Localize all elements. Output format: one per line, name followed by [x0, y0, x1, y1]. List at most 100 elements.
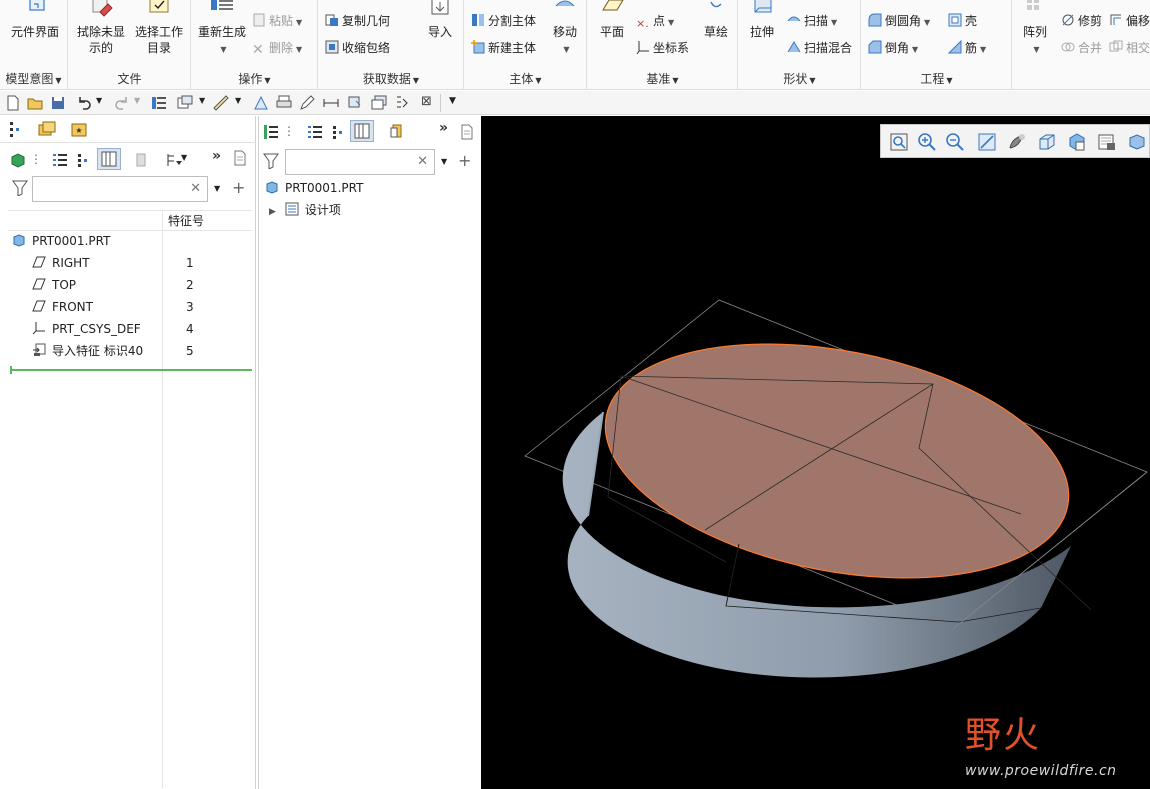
tree-item-top[interactable]: TOP 2	[32, 275, 252, 295]
zoom-in-icon[interactable]	[917, 132, 937, 152]
window-icon[interactable]	[177, 95, 193, 111]
shrinkwrap-button[interactable]: 收缩包络	[325, 39, 390, 57]
rib-button[interactable]: 筋 ▼	[948, 39, 986, 57]
open-folder-icon[interactable]	[27, 95, 43, 111]
swept-blend-button[interactable]: 扫描混合	[787, 39, 852, 57]
mid-collapse-all-icon[interactable]	[331, 124, 347, 140]
repaint-icon[interactable]	[977, 132, 997, 152]
collapse-all-icon[interactable]	[76, 152, 92, 168]
mid-expand-all-icon[interactable]	[307, 124, 323, 140]
saved-orientations-icon[interactable]	[1037, 132, 1057, 152]
regenerate-quick-icon[interactable]	[151, 95, 167, 111]
erase-undisplayed-button[interactable]: 拭除未显 示的	[73, 0, 129, 56]
sweep-button[interactable]: 扫描 ▼	[787, 12, 837, 30]
model-tree-tab-icon[interactable]	[8, 120, 26, 138]
redo-dropdown-caret[interactable]: ▼	[134, 96, 140, 105]
move-button[interactable]: 移动 ▼	[545, 0, 585, 58]
mid-column-display-toggle[interactable]	[350, 120, 374, 142]
zoom-out-icon[interactable]	[945, 132, 965, 152]
shell-button[interactable]: 壳	[948, 12, 977, 30]
detail-tree-search-input[interactable]: ✕	[285, 149, 435, 175]
mass-properties-icon[interactable]	[253, 95, 269, 111]
document-icon[interactable]	[232, 150, 248, 166]
select-working-directory-button[interactable]: 选择工作 目录	[131, 0, 187, 56]
expand-arrow-icon[interactable]: ▶	[269, 202, 281, 222]
part-settings-icon[interactable]	[10, 152, 26, 168]
group-label-engineering[interactable]: 工程 ▼	[862, 70, 1011, 87]
insert-here-indicator[interactable]	[10, 369, 252, 371]
filter-icon[interactable]	[12, 180, 28, 196]
measure-dropdown-caret[interactable]: ▼	[235, 96, 241, 105]
show-icon[interactable]	[133, 152, 149, 168]
component-interface-button[interactable]: 元件界面	[4, 0, 66, 40]
merge-button[interactable]: 合并	[1061, 39, 1102, 57]
chamfer-button[interactable]: 倒角 ▼	[868, 39, 918, 57]
group-label-get-data[interactable]: 获取数据 ▼	[319, 70, 463, 87]
folder-browser-tab-icon[interactable]	[38, 120, 56, 138]
tree-settings-caret[interactable]: ▼	[181, 153, 187, 162]
column-display-toggle[interactable]	[97, 148, 121, 170]
window-dropdown-caret[interactable]: ▼	[199, 96, 205, 105]
mid-more-chevron-icon[interactable]: »	[439, 120, 448, 136]
detail-tree-root-part[interactable]: PRT0001.PRT	[265, 178, 363, 198]
trim-button[interactable]: 修剪	[1061, 12, 1102, 30]
detail-tree-design-items[interactable]: ▶ 设计项	[269, 200, 341, 220]
tree-filter-icon[interactable]	[395, 95, 411, 111]
extrude-button[interactable]: 拉伸	[741, 0, 783, 40]
favorites-tab-icon[interactable]: ★	[70, 120, 88, 138]
detail-tree-tab-icon[interactable]	[263, 124, 279, 140]
edit-icon[interactable]	[299, 95, 315, 111]
redo-icon[interactable]	[114, 95, 130, 111]
tree-item-right[interactable]: RIGHT 1	[32, 253, 252, 273]
undo-dropdown-caret[interactable]: ▼	[96, 96, 102, 105]
refit-icon[interactable]	[889, 132, 909, 152]
regenerate-button[interactable]: 重新生成 ▼	[194, 0, 250, 58]
add-filter-icon[interactable]: +	[232, 178, 245, 197]
expand-all-icon[interactable]	[52, 152, 68, 168]
qat-customize-caret[interactable]: ▼	[449, 96, 456, 106]
pattern-button[interactable]: 阵列 ▼	[1017, 0, 1053, 58]
plane-button[interactable]: 平面	[590, 0, 634, 40]
mid-filter-icon[interactable]	[263, 153, 279, 169]
import-button[interactable]: 导入	[419, 0, 461, 40]
mid-search-options-caret[interactable]: ▼	[441, 157, 447, 166]
close-window-icon[interactable]: ⊠	[421, 94, 432, 109]
model-tree-search-input[interactable]: ✕	[32, 176, 208, 202]
mid-add-filter-icon[interactable]: +	[458, 151, 471, 170]
intersect-button[interactable]: 相交	[1109, 39, 1150, 57]
refresh-icon[interactable]	[347, 95, 363, 111]
tree-item-csys[interactable]: PRT_CSYS_DEF 4	[32, 319, 252, 339]
more-chevron-icon[interactable]: »	[212, 148, 221, 164]
group-label-datum[interactable]: 基准 ▼	[588, 70, 737, 87]
display-style-shading-icon[interactable]	[1007, 132, 1027, 152]
coordinate-system-button[interactable]: 坐标系	[636, 39, 689, 57]
clear-search-icon[interactable]: ✕	[190, 181, 201, 196]
sketch-button[interactable]: 草绘	[696, 0, 736, 40]
mid-document-icon[interactable]	[459, 124, 475, 140]
graphics-viewport[interactable]: 野火 www.proewildfire.cn	[481, 116, 1150, 789]
print-icon[interactable]	[276, 95, 292, 111]
highlight-icon[interactable]	[389, 124, 405, 140]
copy-geometry-button[interactable]: 复制几何	[325, 12, 390, 30]
paste-button[interactable]: 粘贴 ▼	[252, 12, 302, 30]
dimension-icon[interactable]	[323, 95, 339, 111]
group-label-operations[interactable]: 操作 ▼	[192, 70, 317, 87]
view-manager-icon[interactable]	[1067, 132, 1087, 152]
tree-item-front[interactable]: FRONT 3	[32, 297, 252, 317]
point-button[interactable]: ×. 点 ▼	[636, 12, 674, 30]
split-body-button[interactable]: 分割主体	[471, 12, 536, 30]
tree-settings-icon[interactable]	[166, 152, 182, 168]
feature-number-column-header[interactable]: 特征号	[168, 212, 204, 229]
group-label-body[interactable]: 主体 ▼	[465, 70, 586, 87]
section-view-icon[interactable]	[1127, 132, 1147, 152]
delete-button[interactable]: ✕ 删除 ▼	[252, 39, 302, 57]
group-label-model-intent[interactable]: 模型意图 ▼	[0, 70, 67, 87]
measure-icon[interactable]	[213, 95, 229, 111]
mid-clear-search-icon[interactable]: ✕	[417, 154, 428, 169]
search-options-caret[interactable]: ▼	[214, 184, 220, 193]
new-body-button[interactable]: 新建主体	[471, 39, 536, 57]
group-label-shapes[interactable]: 形状 ▼	[739, 70, 860, 87]
round-button[interactable]: 倒圆角 ▼	[868, 12, 930, 30]
tree-item-import-feature[interactable]: 导入特征 标识40 5	[32, 341, 252, 361]
save-icon[interactable]	[50, 95, 66, 111]
